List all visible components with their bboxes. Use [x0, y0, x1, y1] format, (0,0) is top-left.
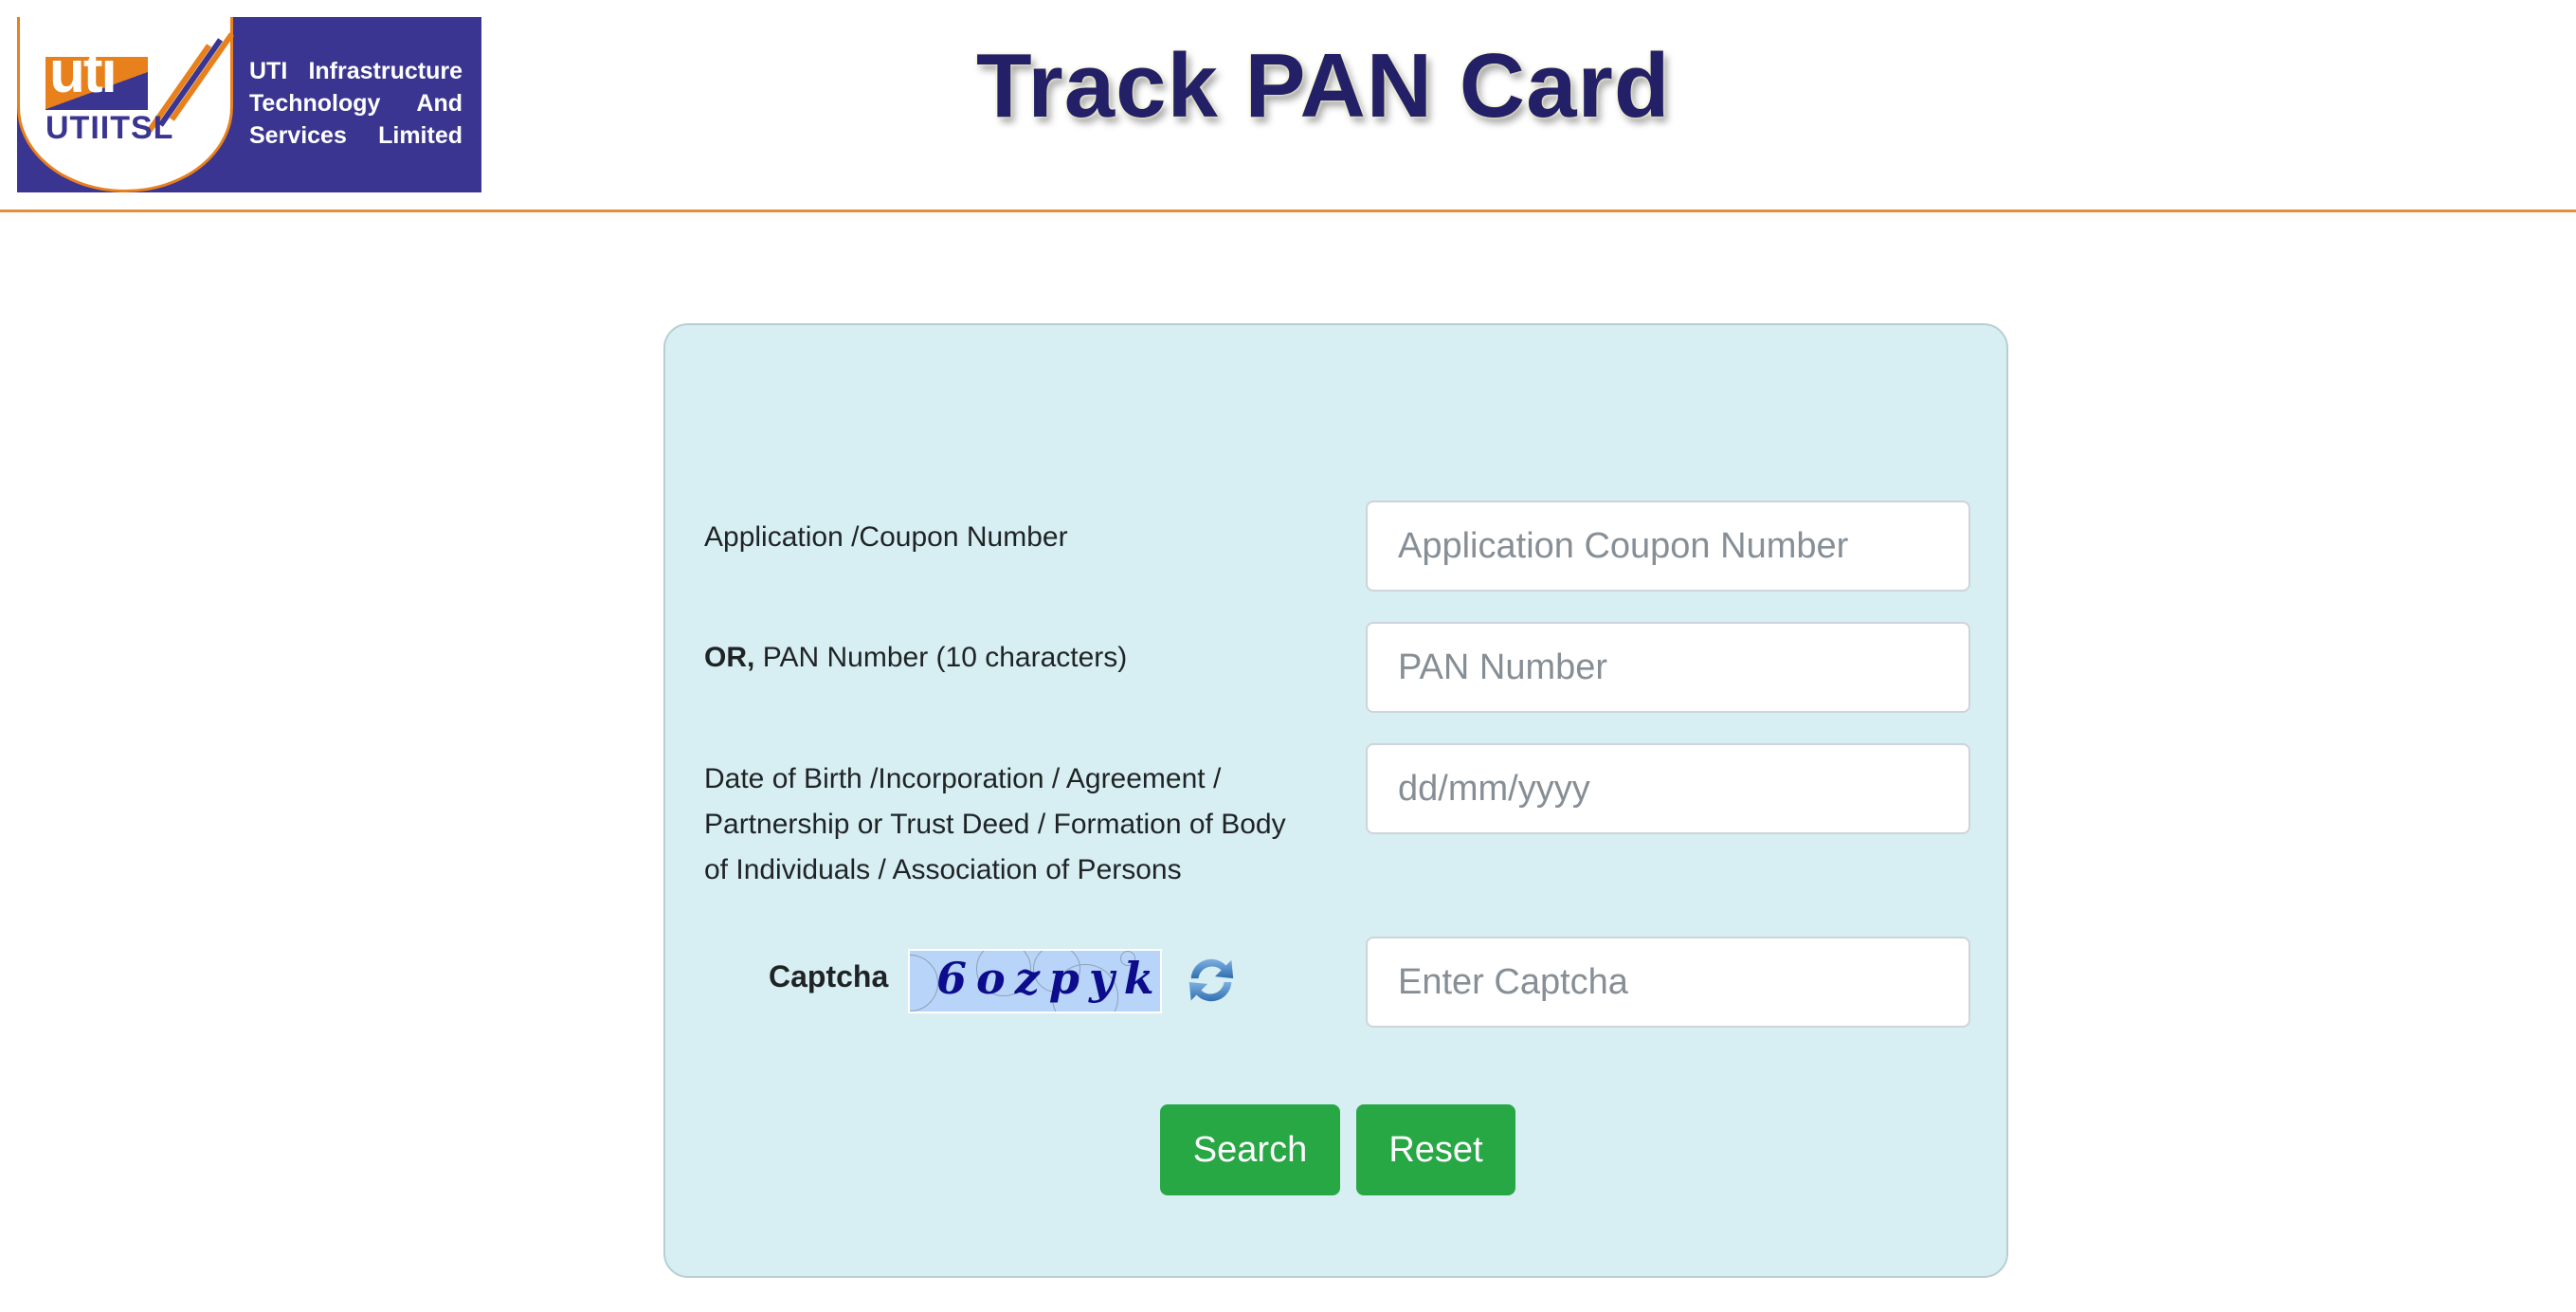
or-prefix: OR, — [704, 642, 755, 673]
page-header: uti UTIITSL UTI Infrastructure Technolog… — [0, 0, 2576, 212]
refresh-captcha-icon[interactable] — [1182, 951, 1241, 1010]
captcha-label: Captcha — [769, 959, 889, 993]
logo-tagline-line: Services Limited — [249, 122, 463, 149]
pan-number-input[interactable] — [1366, 622, 1970, 713]
logo-short-name: UTIITSL — [45, 110, 174, 146]
pan-number-label: OR, PAN Number (10 characters) — [704, 635, 1127, 681]
logo-mark-text: uti — [49, 40, 118, 105]
captcha-input[interactable] — [1366, 937, 1970, 1028]
date-of-birth-input[interactable] — [1366, 743, 1970, 834]
date-of-birth-label: Date of Birth /Incorporation / Agreement… — [704, 763, 1286, 885]
reset-button[interactable]: Reset — [1356, 1104, 1515, 1195]
captcha-text: 6ozpyk — [936, 953, 1162, 1004]
pan-number-label-text: PAN Number (10 characters) — [762, 642, 1128, 673]
captcha-image: 6ozpyk — [908, 949, 1162, 1013]
page-title: Track PAN Card — [976, 35, 1671, 137]
logo-tagline: UTI Infrastructure Technology And Servic… — [249, 55, 463, 152]
track-pan-form: Application /Coupon Number OR, PAN Numbe… — [663, 323, 2008, 1278]
captcha-noise — [910, 955, 938, 1011]
logo-tagline-line: Technology And — [249, 90, 463, 117]
logo-tagline-line: UTI Infrastructure — [249, 58, 463, 84]
utiitsl-logo: uti UTIITSL UTI Infrastructure Technolog… — [17, 17, 481, 192]
application-number-input[interactable] — [1366, 501, 1970, 592]
search-button[interactable]: Search — [1160, 1104, 1340, 1195]
application-number-label: Application /Coupon Number — [704, 521, 1068, 553]
